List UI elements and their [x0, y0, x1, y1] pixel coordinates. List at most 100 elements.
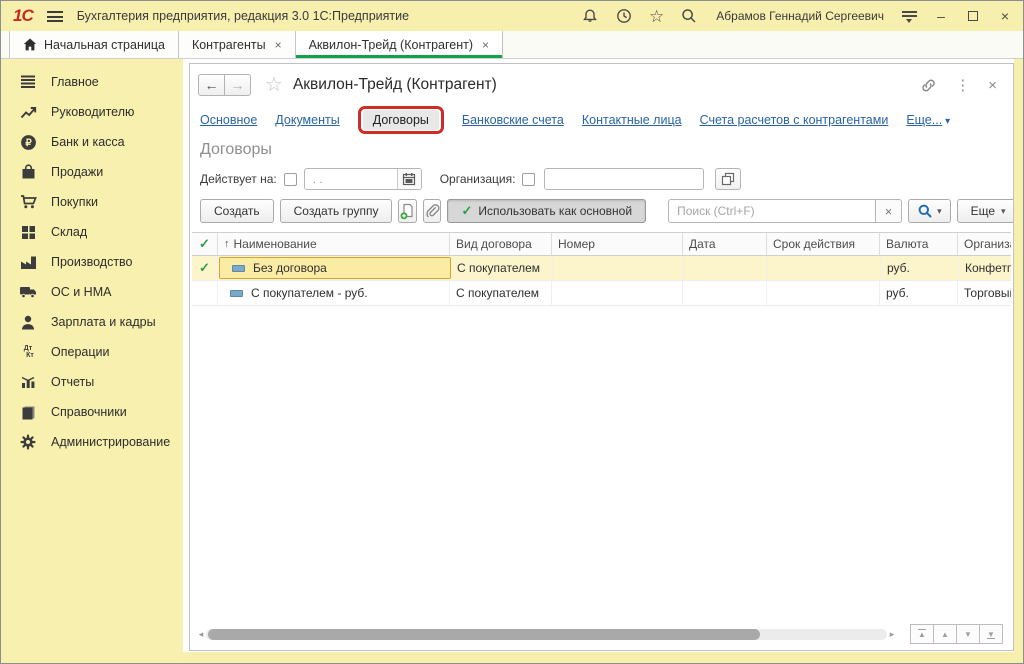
- close-form-icon[interactable]: ×: [988, 77, 997, 94]
- minimize-button[interactable]: –: [933, 9, 949, 23]
- nav-link-scheta-raschetov[interactable]: Счета расчетов с контрагентами: [700, 113, 889, 127]
- go-prev-row-button[interactable]: ▲: [933, 624, 957, 644]
- search-options-button[interactable]: ▾: [908, 199, 951, 223]
- cell-kind[interactable]: С покупателем: [450, 281, 552, 305]
- cell-organization[interactable]: Торговый: [958, 281, 1011, 305]
- column-header-date[interactable]: Дата: [683, 233, 767, 255]
- nav-link-dokumenty[interactable]: Документы: [275, 113, 339, 127]
- table-row[interactable]: С покупателем - руб. С покупателем руб. …: [192, 281, 1011, 306]
- search-icon[interactable]: [680, 7, 698, 25]
- cell-date[interactable]: [683, 281, 767, 305]
- clear-search-icon[interactable]: ×: [876, 199, 902, 223]
- get-link-icon[interactable]: [920, 77, 937, 94]
- sidebar-item-spravochniki[interactable]: Справочники: [1, 397, 183, 427]
- cell-term[interactable]: [767, 281, 880, 305]
- cell-organization[interactable]: Конфетпром: [959, 256, 1011, 280]
- create-button[interactable]: Создать: [200, 199, 274, 223]
- contract-item-icon: [232, 265, 245, 272]
- organization-combo[interactable]: ▾: [544, 168, 704, 190]
- column-header-number[interactable]: Номер: [552, 233, 683, 255]
- sidebar-item-pokupki[interactable]: Покупки: [1, 187, 183, 217]
- cell-term[interactable]: [768, 256, 881, 280]
- nav-link-kontaktnye-lica[interactable]: Контактные лица: [582, 113, 682, 127]
- gear-icon: [19, 433, 37, 451]
- tab-close-icon[interactable]: ×: [482, 38, 489, 52]
- sidebar-item-rukovoditelyu[interactable]: Руководителю: [1, 97, 183, 127]
- more-actions-button[interactable]: Еще ▾: [957, 199, 1014, 223]
- nav-link-osnovnoe[interactable]: Основное: [200, 113, 257, 127]
- nav-link-bankovskie-scheta[interactable]: Банковские счета: [462, 113, 564, 127]
- main-menu-icon[interactable]: [47, 11, 63, 22]
- calendar-icon[interactable]: [397, 169, 421, 189]
- use-as-main-button[interactable]: ✓ Использовать как основной: [447, 199, 646, 223]
- tab-akvilon-treyd[interactable]: Аквилон-Трейд (Контрагент) ×: [295, 31, 503, 58]
- book-icon: [19, 403, 37, 421]
- column-header-term[interactable]: Срок действия: [767, 233, 880, 255]
- sidebar-item-proizvodstvo[interactable]: Производство: [1, 247, 183, 277]
- search-input[interactable]: [668, 199, 876, 223]
- forward-button[interactable]: →: [224, 74, 251, 96]
- contract-item-icon: [230, 290, 243, 297]
- scrollbar-thumb[interactable]: [208, 629, 760, 640]
- sidebar-item-bank-i-kassa[interactable]: ₽ Банк и касса: [1, 127, 183, 157]
- shopping-cart-icon: [19, 193, 37, 211]
- check-icon: ✓: [461, 203, 472, 219]
- sidebar-item-glavnoe[interactable]: Главное: [1, 67, 183, 97]
- app-window: 1С Бухгалтерия предприятия, редакция 3.0…: [0, 0, 1024, 664]
- column-header-organization[interactable]: Организация: [958, 233, 1011, 255]
- notifications-bell-icon[interactable]: [581, 7, 599, 25]
- acts-on-date-field[interactable]: . .: [304, 168, 422, 190]
- cell-name[interactable]: С покупателем - руб.: [218, 281, 450, 305]
- organization-input[interactable]: [545, 169, 704, 189]
- tab-kontragenty[interactable]: Контрагенты ×: [178, 31, 296, 58]
- cell-name[interactable]: Без договора: [219, 257, 451, 279]
- horizontal-scrollbar[interactable]: [206, 629, 887, 640]
- svg-text:₽: ₽: [25, 138, 32, 149]
- cell-date[interactable]: [684, 256, 768, 280]
- factory-icon: [19, 253, 37, 271]
- sidebar-item-operacii[interactable]: Дт Кт Операции: [1, 337, 183, 367]
- sidebar-item-zarplata-i-kadry[interactable]: Зарплата и кадры: [1, 307, 183, 337]
- sidebar-item-prodazhi[interactable]: Продажи: [1, 157, 183, 187]
- favorite-star-icon[interactable]: ☆: [265, 75, 283, 95]
- form-title: Аквилон-Трейд (Контрагент): [293, 76, 497, 94]
- column-header-kind[interactable]: Вид договора: [450, 233, 552, 255]
- cell-currency[interactable]: руб.: [881, 256, 959, 280]
- current-user[interactable]: Абрамов Геннадий Сергеевич: [716, 9, 884, 23]
- go-last-row-button[interactable]: ▼: [979, 624, 1003, 644]
- close-window-button[interactable]: ×: [997, 9, 1013, 23]
- sidebar-item-os-i-nma[interactable]: ОС и НМА: [1, 277, 183, 307]
- cell-number[interactable]: [553, 256, 684, 280]
- service-menu-icon[interactable]: [902, 11, 917, 21]
- copy-item-button[interactable]: [398, 199, 417, 223]
- nav-link-dogovory-active[interactable]: Договоры: [363, 110, 439, 130]
- tab-home[interactable]: Начальная страница: [9, 31, 179, 58]
- sidebar-item-otchety[interactable]: Отчеты: [1, 367, 183, 397]
- column-header-currency[interactable]: Валюта: [880, 233, 958, 255]
- cell-kind[interactable]: С покупателем: [451, 256, 553, 280]
- go-next-row-button[interactable]: ▼: [956, 624, 980, 644]
- go-first-row-button[interactable]: ▲: [910, 624, 934, 644]
- organization-choose-button[interactable]: [715, 168, 741, 190]
- sidebar-item-sklad[interactable]: Склад: [1, 217, 183, 247]
- acts-on-checkbox[interactable]: [284, 173, 297, 186]
- scroll-right-icon[interactable]: ▸: [887, 629, 897, 640]
- scroll-left-icon[interactable]: ◂: [196, 629, 206, 640]
- main-flag-column-header[interactable]: ✓: [192, 233, 218, 255]
- table-bottom-bar: ◂ ▸ ▲ ▲ ▼ ▼: [196, 623, 1003, 645]
- create-group-button[interactable]: Создать группу: [280, 199, 393, 223]
- attachments-paperclip-button[interactable]: [423, 199, 441, 223]
- cell-number[interactable]: [552, 281, 683, 305]
- table-row[interactable]: ✓ Без договора С покупателем руб. Конфет…: [192, 256, 1011, 281]
- tab-close-icon[interactable]: ×: [275, 38, 282, 52]
- sidebar-item-administrirovanie[interactable]: Администрирование: [1, 427, 183, 457]
- back-button[interactable]: ←: [198, 74, 225, 96]
- more-menu-icon[interactable]: ⋮: [955, 76, 970, 94]
- organization-checkbox[interactable]: [522, 173, 535, 186]
- nav-more-link[interactable]: Еще...▾: [906, 113, 950, 127]
- favorites-star-icon[interactable]: ☆: [649, 8, 664, 25]
- maximize-button[interactable]: [965, 9, 981, 23]
- cell-currency[interactable]: руб.: [880, 281, 958, 305]
- column-header-name[interactable]: ↑Наименование: [218, 233, 450, 255]
- history-icon[interactable]: [615, 7, 633, 25]
